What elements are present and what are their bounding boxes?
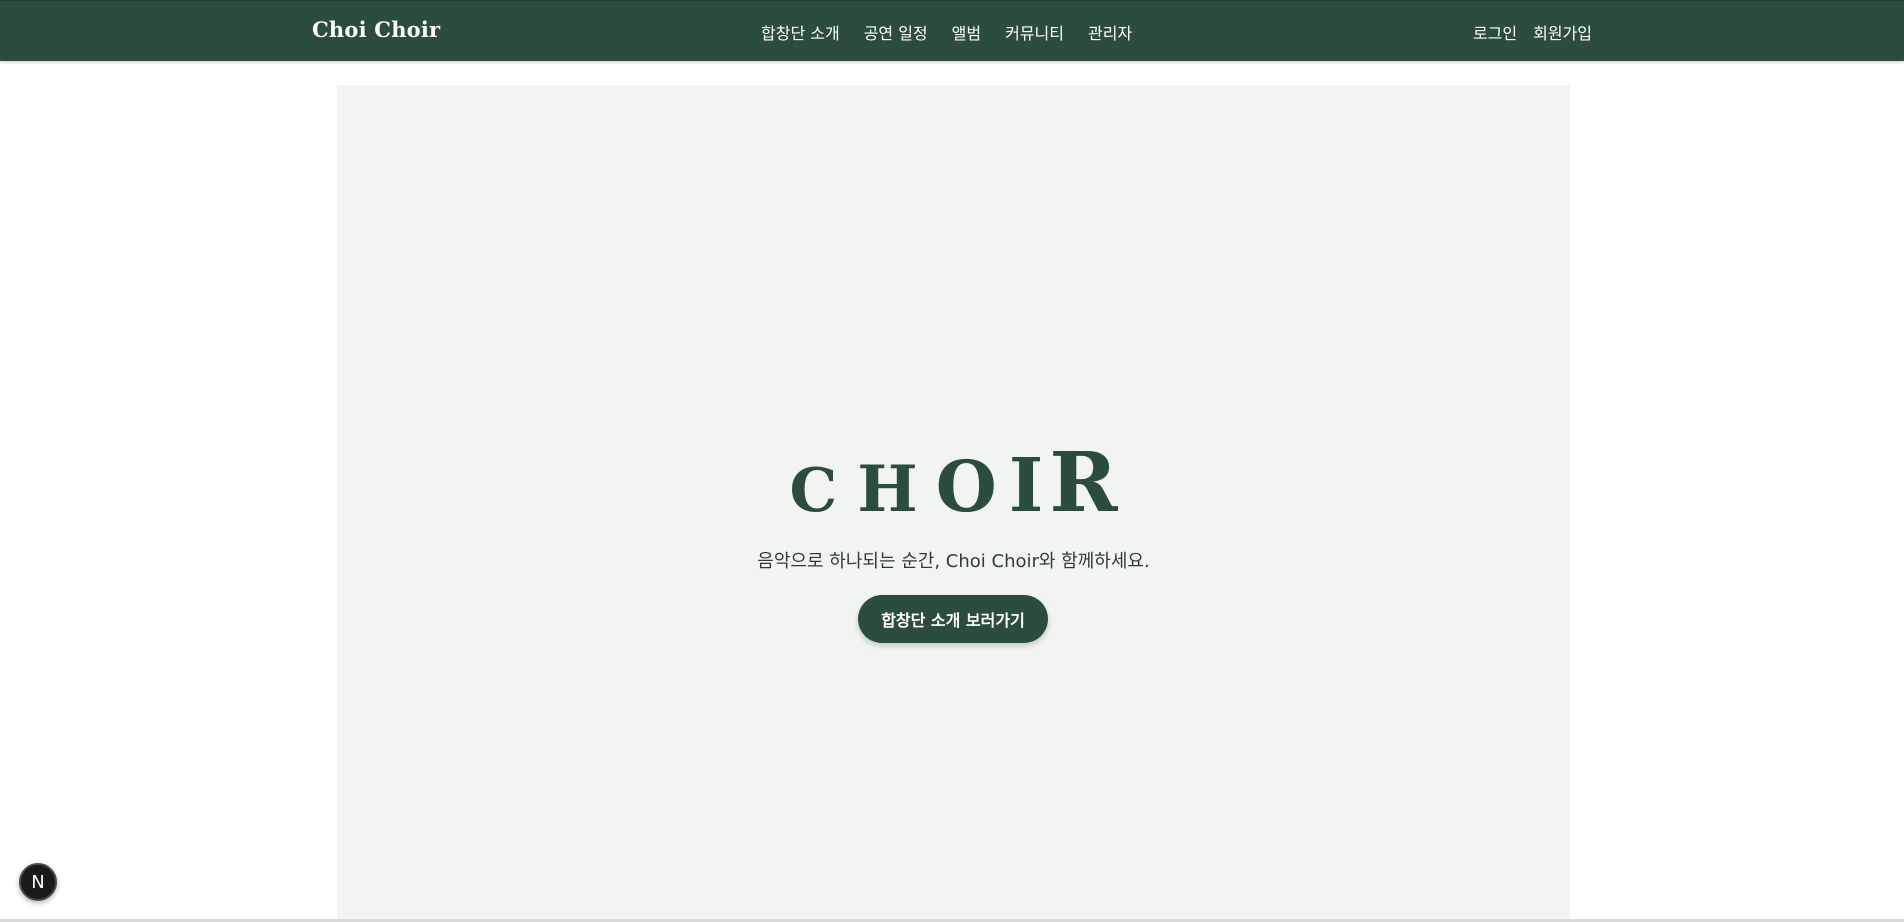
nav-link-about[interactable]: 합창단 소개 (761, 20, 840, 44)
hero-title-letter: O (935, 445, 997, 528)
hero-title: C H O IR (337, 442, 1570, 524)
dev-tools-badge[interactable]: N (19, 863, 57, 901)
login-link[interactable]: 로그인 (1473, 20, 1517, 44)
hero-title-letter: H (857, 452, 918, 527)
main-nav: 합창단 소개 공연 일정 앨범 커뮤니티 관리자 (761, 20, 1132, 44)
hero-title-letter: C (789, 456, 838, 526)
signup-link[interactable]: 회원가입 (1533, 20, 1592, 44)
nav-link-admin[interactable]: 관리자 (1088, 20, 1132, 44)
nav-link-schedule[interactable]: 공연 일정 (864, 20, 928, 44)
hero-subtitle: 음악으로 하나되는 순간, Choi Choir와 함께하세요. (757, 551, 1150, 572)
auth-nav: 로그인 회원가입 (1473, 20, 1592, 44)
hero-section: C H O IR 음악으로 하나되는 순간, Choi Choir와 함께하세요. 합… (337, 85, 1570, 922)
view-about-button[interactable]: 합창단 소개 보러가기 (858, 595, 1048, 643)
hero-title-letter: I (1008, 443, 1044, 529)
brand-logo[interactable]: Choi Choir (312, 17, 440, 42)
hero-title-letter: R (1049, 435, 1118, 531)
top-navbar: Choi Choir 합창단 소개 공연 일정 앨범 커뮤니티 관리자 로그인 … (0, 0, 1904, 61)
nav-link-album[interactable]: 앨범 (952, 20, 981, 44)
nav-link-community[interactable]: 커뮤니티 (1005, 20, 1064, 44)
